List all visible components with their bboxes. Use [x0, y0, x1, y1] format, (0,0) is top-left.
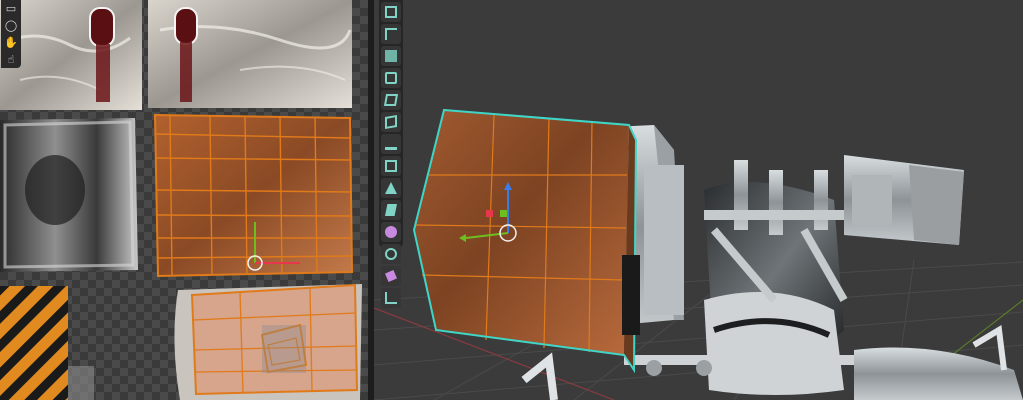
viewport-toolbar: [379, 0, 403, 308]
sphere-icon[interactable]: [381, 222, 401, 242]
uv-toolbar: ▭ ◯ ✋ ☝: [1, 0, 21, 68]
uv-island-top-middle[interactable]: [148, 0, 352, 108]
select-box-icon[interactable]: [381, 2, 401, 22]
pointer-hand-icon[interactable]: ☝: [2, 52, 20, 68]
add-cube-icon[interactable]: [381, 178, 401, 198]
select-box-icon[interactable]: ▭: [2, 1, 20, 17]
uv-island-selected[interactable]: [153, 113, 354, 278]
extrude-icon[interactable]: [381, 200, 401, 220]
3d-viewport[interactable]: [374, 0, 1023, 400]
uv-editor-panel[interactable]: ▭ ◯ ✋ ☝: [0, 0, 368, 400]
annotate-icon[interactable]: [381, 134, 401, 154]
uv-island-middle-left[interactable]: [0, 118, 138, 272]
side-panel[interactable]: [844, 155, 964, 245]
uv-island-bottom[interactable]: [174, 283, 362, 400]
rip-icon[interactable]: [381, 288, 401, 308]
select-circle-icon[interactable]: ◯: [2, 18, 20, 34]
shear-icon[interactable]: [381, 266, 401, 286]
grab-hand-icon[interactable]: ✋: [2, 35, 20, 51]
rotate-icon[interactable]: [381, 68, 401, 88]
selected-mesh-face[interactable]: [412, 108, 640, 374]
uv-island-hazard-stripes[interactable]: [0, 286, 94, 400]
transform-icon[interactable]: [381, 112, 401, 132]
move-icon[interactable]: [381, 46, 401, 66]
viewport-canvas[interactable]: [374, 0, 1023, 400]
uv-canvas[interactable]: [0, 0, 368, 400]
scale-icon[interactable]: [381, 90, 401, 110]
cursor-icon[interactable]: [381, 24, 401, 44]
spin-icon[interactable]: [381, 244, 401, 264]
measure-icon[interactable]: [381, 156, 401, 176]
uv-island-top-left[interactable]: [0, 0, 142, 110]
